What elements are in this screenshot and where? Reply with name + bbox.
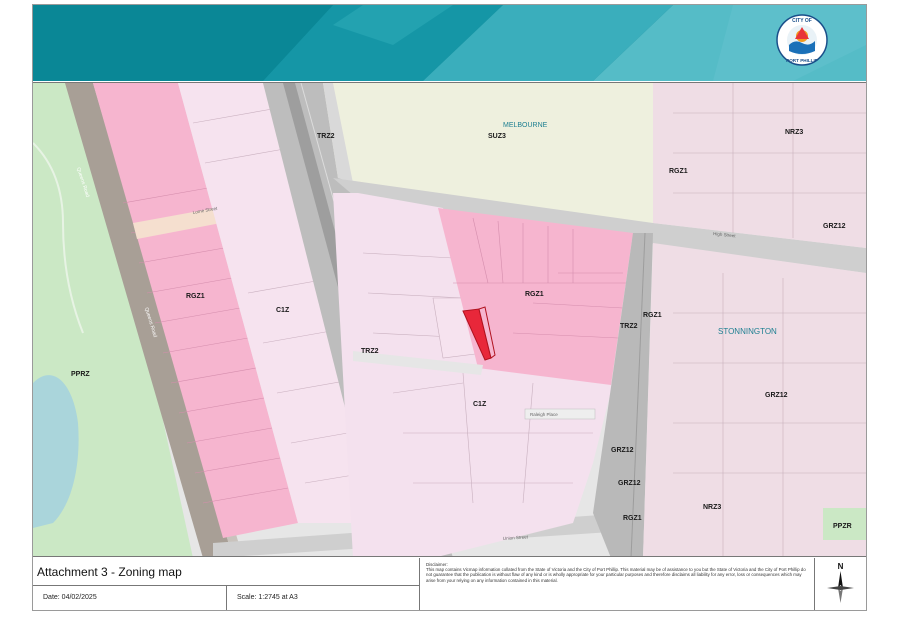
north-arrow-icon — [838, 571, 843, 588]
label-stonnington: STONNINGTON — [718, 327, 777, 336]
zoning-map[interactable]: MELBOURNE SUZ3 TRZ2 NRZ3 RGZ1 GRZ12 RGZ1… — [33, 82, 866, 557]
label-c1z-west: C1Z — [276, 307, 290, 314]
label-melbourne: MELBOURNE — [503, 122, 548, 129]
label-suz3: SUZ3 — [488, 133, 506, 140]
map-scale: Scale: 1:2745 at A3 — [227, 586, 420, 610]
label-grz12-ne: GRZ12 — [823, 223, 846, 230]
label-trz2-mid: TRZ2 — [361, 348, 379, 355]
disclaimer-text: This map contains Vicmap information col… — [426, 567, 806, 583]
map-footer: Attachment 3 - Zoning map Date: 04/02/20… — [33, 558, 866, 610]
label-nrz3-se: NRZ3 — [703, 504, 721, 511]
label-rgz1-center: RGZ1 — [525, 291, 544, 298]
street-raleigh: Raleigh Place — [530, 412, 558, 417]
label-trz2-east: TRZ2 — [620, 323, 638, 330]
label-rgz1-se: RGZ1 — [623, 515, 642, 522]
label-ppzr-se: PPZR — [833, 523, 852, 530]
label-rgz1-east: RGZ1 — [643, 312, 662, 319]
label-nrz3-top: NRZ3 — [785, 129, 803, 136]
map-title: Attachment 3 - Zoning map — [33, 558, 420, 586]
north-label: N — [838, 562, 844, 571]
logo-top-text: CITY OF — [792, 18, 812, 24]
city-of-port-phillip-logo: CITY OF PORT PHILLIP — [775, 13, 829, 67]
logo-bottom-text: PORT PHILLIP — [786, 58, 818, 63]
label-grz12-se2: GRZ12 — [618, 480, 641, 487]
label-grz12-east: GRZ12 — [765, 392, 788, 399]
label-grz12-se1: GRZ12 — [611, 447, 634, 454]
label-c1z-center: C1Z — [473, 401, 487, 408]
label-pprz-west: PPRZ — [71, 371, 90, 378]
label-rgz1-west: RGZ1 — [186, 293, 205, 300]
header-banner-graphic — [33, 5, 866, 81]
disclaimer: Disclaimer: This map contains Vicmap inf… — [421, 558, 815, 610]
label-trz2-top: TRZ2 — [317, 133, 335, 140]
north-arrow: N — [815, 558, 866, 610]
map-date: Date: 04/02/2025 — [33, 586, 227, 610]
header-banner — [33, 5, 866, 81]
label-rgz1-ne: RGZ1 — [669, 168, 688, 175]
